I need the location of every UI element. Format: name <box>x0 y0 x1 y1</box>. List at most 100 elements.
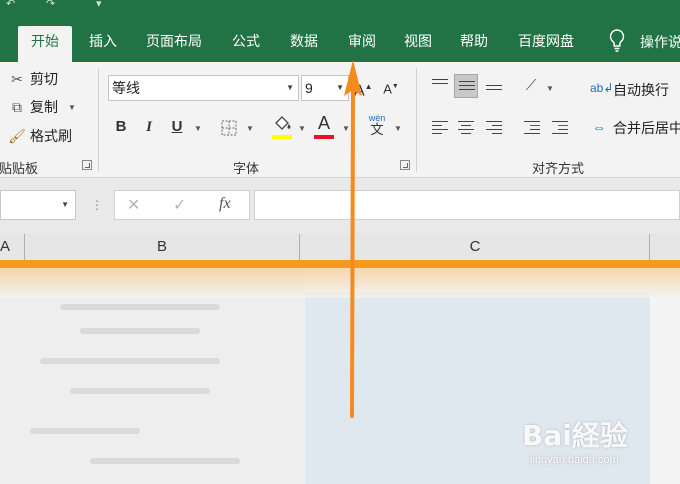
group-divider <box>98 68 99 172</box>
align-center-icon <box>458 121 474 137</box>
title-bar: ↶ ↷ ▾ <box>0 0 680 20</box>
align-center-button[interactable] <box>454 116 478 140</box>
format-painter-button[interactable]: 🖌 格式刷 <box>8 125 72 147</box>
wrap-text-icon: ab↲ <box>590 81 614 95</box>
grow-font-button[interactable]: A▲ <box>354 76 373 100</box>
blurred-text <box>80 328 200 334</box>
tab-review[interactable]: 审阅 <box>340 26 384 62</box>
merge-center-button[interactable]: 合并后居中 <box>613 118 680 138</box>
customize-qat-icon[interactable]: ▾ <box>96 0 102 10</box>
align-top-button[interactable] <box>428 74 452 98</box>
tab-baidu-netdisk[interactable]: 百度网盘 <box>510 26 582 62</box>
underline-button[interactable]: U <box>168 116 186 140</box>
grow-font-icon: A <box>354 82 365 100</box>
fill-color-swatch <box>272 135 292 139</box>
group-divider <box>416 68 417 172</box>
highlighted-header-row <box>0 260 680 268</box>
font-launcher-icon[interactable] <box>400 160 410 170</box>
copy-label: 复制 <box>30 99 58 115</box>
column-header-a[interactable]: A <box>0 234 10 260</box>
align-top-icon <box>432 79 448 87</box>
undo-icon[interactable]: ↶ <box>6 0 15 10</box>
formula-bar: ▼ ⋮ ✕ ✓ fx <box>0 178 680 234</box>
name-box[interactable]: ▼ <box>0 190 76 220</box>
italic-button[interactable]: I <box>140 116 158 140</box>
column-header-b[interactable]: B <box>24 234 300 260</box>
cut-button[interactable]: ✂ 剪切 <box>8 68 58 90</box>
font-color-button[interactable]: A <box>314 112 334 136</box>
borders-icon <box>221 120 237 136</box>
orientation-button[interactable]: ⟋ <box>520 75 542 99</box>
redo-icon[interactable]: ↷ <box>46 0 55 10</box>
chevron-down-icon[interactable]: ▼ <box>336 76 344 100</box>
formula-buttons: ✕ ✓ fx <box>114 190 250 220</box>
column-header-c[interactable]: C <box>300 234 650 260</box>
increase-indent-icon <box>552 121 568 137</box>
tab-formulas[interactable]: 公式 <box>224 26 268 62</box>
splitter-handle[interactable]: ⋮ <box>91 198 103 212</box>
phonetic-guide-button[interactable]: wén 文 <box>364 112 390 136</box>
phonetic-character: 文 <box>370 122 384 137</box>
text-orientation-icon: ⟋ <box>525 77 537 94</box>
blurred-cells-left <box>0 268 305 484</box>
increase-indent-button[interactable] <box>548 116 572 140</box>
formula-input[interactable] <box>254 190 680 220</box>
align-middle-icon <box>459 81 475 93</box>
chevron-down-icon[interactable]: ▼ <box>68 103 76 112</box>
alignment-group-label: 对齐方式 <box>531 161 584 176</box>
watermark-url: jingyan.baidu.com <box>530 454 619 466</box>
ribbon: ✂ 剪切 ⧉ 复制 ▼ 🖌 格式刷 贴贴板 等线 ▼ 9 ▼ A▲ A▼ B I… <box>0 62 680 178</box>
font-name-value: 等线 <box>112 80 140 96</box>
column-headers: A B C <box>0 234 680 268</box>
blurred-text <box>60 304 220 310</box>
align-right-icon <box>486 121 502 137</box>
blurred-text <box>40 358 220 364</box>
copy-button[interactable]: ⧉ 复制 ▼ <box>8 96 76 118</box>
enter-icon[interactable]: ✓ <box>173 195 186 215</box>
font-name-dropdown[interactable]: 等线 ▼ <box>108 75 299 101</box>
paintbrush-icon: 🖌 <box>8 127 26 144</box>
merge-center-icon: ⇔ <box>592 119 606 135</box>
font-size-value: 9 <box>305 80 313 96</box>
shrink-font-button[interactable]: A▼ <box>382 76 400 100</box>
tab-data[interactable]: 数据 <box>282 26 326 62</box>
borders-button[interactable] <box>218 116 240 140</box>
shrink-font-icon: A <box>383 81 392 97</box>
blurred-text <box>30 428 140 434</box>
cancel-icon[interactable]: ✕ <box>127 195 140 215</box>
chevron-down-icon[interactable]: ▼ <box>61 200 69 209</box>
bold-button[interactable]: B <box>112 116 130 140</box>
watermark-logo: Bai経验 <box>522 419 628 452</box>
chevron-down-icon[interactable]: ▼ <box>286 76 294 100</box>
align-middle-button[interactable] <box>454 74 478 98</box>
chevron-down-icon[interactable]: ▼ <box>194 124 202 133</box>
chevron-down-icon[interactable]: ▼ <box>394 124 402 133</box>
tab-help[interactable]: 帮助 <box>452 26 496 62</box>
chevron-down-icon[interactable]: ▼ <box>246 124 254 133</box>
font-size-dropdown[interactable]: 9 ▼ <box>301 75 349 101</box>
decrease-indent-icon <box>524 121 540 137</box>
insert-function-icon[interactable]: fx <box>219 195 231 213</box>
wrap-text-button[interactable]: 自动换行 <box>613 80 669 100</box>
clipboard-launcher-icon[interactable] <box>82 160 92 170</box>
lightbulb-icon[interactable] <box>608 28 626 55</box>
tab-page-layout[interactable]: 页面布局 <box>138 26 210 62</box>
align-left-button[interactable] <box>428 116 452 140</box>
chevron-down-icon[interactable]: ▼ <box>298 124 306 133</box>
clipboard-group-label: 贴贴板 <box>0 161 38 176</box>
decrease-indent-button[interactable] <box>520 116 544 140</box>
blurred-text <box>70 388 210 394</box>
chevron-down-icon[interactable]: ▼ <box>342 124 350 133</box>
align-bottom-icon <box>486 85 502 93</box>
font-color-swatch <box>314 135 334 139</box>
tab-insert[interactable]: 插入 <box>78 26 128 62</box>
copy-icon: ⧉ <box>12 98 22 115</box>
format-painter-label: 格式刷 <box>30 128 72 144</box>
align-bottom-button[interactable] <box>482 74 506 98</box>
chevron-down-icon[interactable]: ▼ <box>546 84 554 93</box>
tell-me-search[interactable]: 操作说 <box>640 32 680 52</box>
align-right-button[interactable] <box>482 116 506 140</box>
tab-home[interactable]: 开始 <box>18 26 72 62</box>
tab-view[interactable]: 视图 <box>396 26 440 62</box>
align-left-icon <box>432 121 448 137</box>
